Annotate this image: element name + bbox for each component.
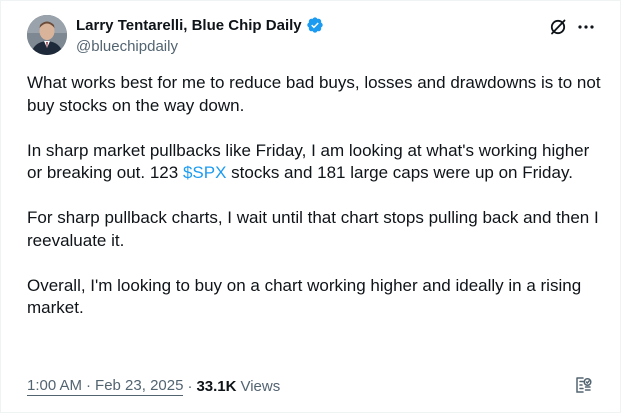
grok-icon[interactable]: [548, 17, 568, 37]
author-name-row: Larry Tentarelli, Blue Chip Daily: [76, 16, 324, 34]
view-count[interactable]: 33.1K: [196, 378, 236, 395]
timestamp-time: 1:00 AM: [27, 377, 83, 394]
tweet-paragraph-3: For sharp pullback charts, I wait until …: [27, 208, 599, 250]
tweet-card: Larry Tentarelli, Blue Chip Daily @bluec…: [0, 0, 621, 413]
meta-separator: ·: [187, 378, 193, 395]
verified-badge-icon: [306, 16, 324, 34]
avatar[interactable]: [27, 15, 67, 55]
cashtag-link[interactable]: $SPX: [183, 163, 226, 182]
tweet-paragraph-2: In sharp market pullbacks like Friday, I…: [27, 140, 607, 185]
timestamp-link[interactable]: 1:00 AM · Feb 23, 2025: [27, 377, 184, 396]
tweet-paragraph-2-after: stocks and 181 large caps were up on Fri…: [226, 163, 573, 182]
timestamp-separator: ·: [86, 377, 92, 394]
timestamp-date: Feb 23, 2025: [95, 377, 184, 394]
author-handle[interactable]: @bluechipdaily: [76, 38, 178, 55]
tweet-paragraph-4: Overall, I'm looking to buy on a chart w…: [27, 275, 582, 318]
bookmark-icon[interactable]: [573, 375, 593, 395]
tweet-text: What works best for me to reduce bad buy…: [27, 72, 607, 342]
tweet-paragraph-1: What works best for me to reduce bad buy…: [27, 73, 601, 115]
tweet-meta: 1:00 AM · Feb 23, 2025 · 33.1K Views: [27, 377, 280, 396]
author-display-name[interactable]: Larry Tentarelli, Blue Chip Daily: [76, 17, 302, 34]
views-label: Views: [240, 378, 281, 395]
more-options-icon[interactable]: [576, 17, 596, 37]
